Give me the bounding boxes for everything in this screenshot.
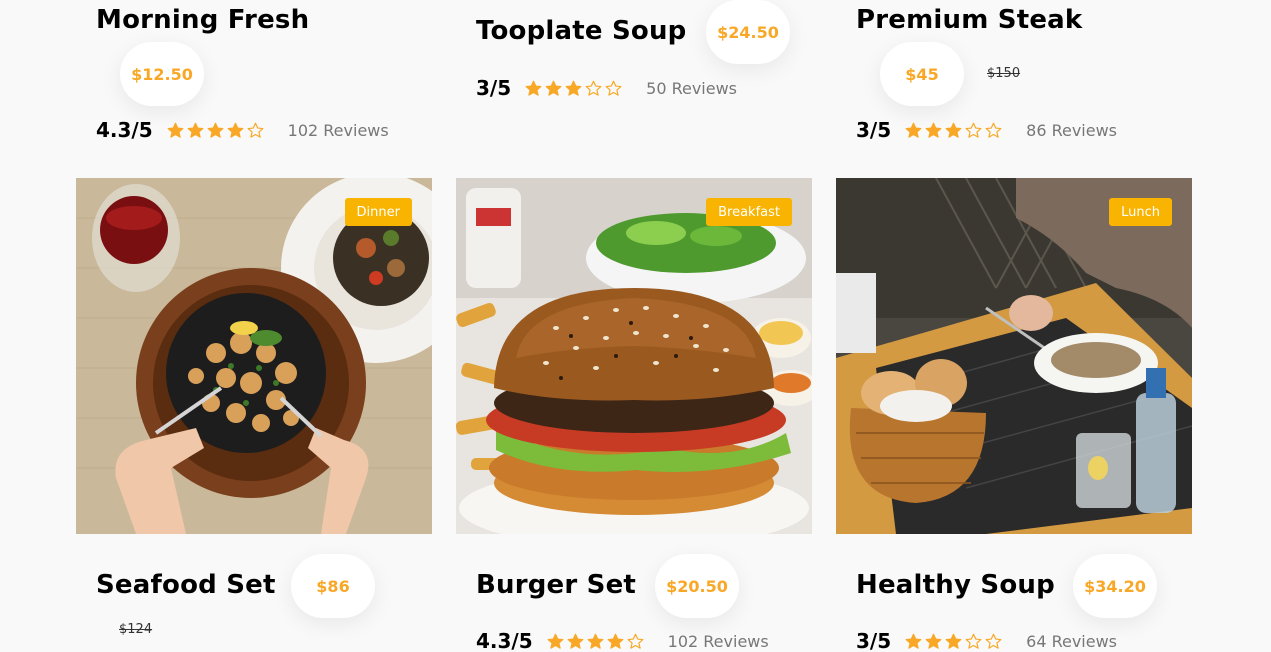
menu-card-tooplate-soup[interactable]: Tooplate Soup $24.50 3/5 50 Reviews xyxy=(456,0,812,160)
star-filled-icon xyxy=(607,633,624,649)
menu-card-morning-fresh[interactable]: Morning Fresh $12.50 4.3/5 102 Reviews xyxy=(76,0,432,160)
review-count[interactable]: 102 Reviews xyxy=(288,121,389,140)
star-filled-icon xyxy=(945,122,962,138)
price-badge[interactable]: $24.50 xyxy=(706,0,790,64)
card-title: Morning Fresh xyxy=(96,5,310,35)
star-filled-icon xyxy=(905,122,922,138)
card-title: Premium Steak xyxy=(856,5,1083,35)
rating-score: 3/5 xyxy=(476,76,512,100)
seafood-photo xyxy=(76,178,432,534)
rating-row: 4.3/5 102 Reviews xyxy=(476,629,769,652)
soup-image[interactable]: Lunch xyxy=(836,178,1192,534)
star-filled-icon xyxy=(567,633,584,649)
star-rating xyxy=(167,122,264,139)
star-rating xyxy=(547,633,644,650)
star-filled-icon xyxy=(227,122,244,138)
card-title: Healthy Soup xyxy=(856,570,1055,600)
star-filled-icon xyxy=(545,80,562,96)
review-count[interactable]: 86 Reviews xyxy=(1026,121,1117,140)
menu-card-burger-set[interactable]: Burger Set $20.50 4.3/5 102 Reviews xyxy=(456,534,812,652)
star-filled-icon xyxy=(905,633,922,649)
star-empty-icon xyxy=(585,80,602,96)
star-filled-icon xyxy=(187,122,204,138)
card-title: Seafood Set xyxy=(96,570,276,600)
star-filled-icon xyxy=(925,122,942,138)
star-filled-icon xyxy=(167,122,184,138)
old-price: $150 xyxy=(987,66,1021,81)
rating-row: 3/5 50 Reviews xyxy=(476,76,737,100)
star-filled-icon xyxy=(207,122,224,138)
rating-row: 3/5 86 Reviews xyxy=(856,118,1117,142)
category-tag[interactable]: Breakfast xyxy=(706,198,792,226)
star-empty-icon xyxy=(985,633,1002,649)
price-badge[interactable]: $34.20 xyxy=(1073,554,1157,618)
rating-score: 4.3/5 xyxy=(476,629,533,652)
menu-card-healthy-soup[interactable]: Healthy Soup $34.20 3/5 64 Reviews xyxy=(836,534,1192,652)
category-tag[interactable]: Lunch xyxy=(1109,198,1172,226)
price-badge[interactable]: $12.50 xyxy=(120,42,204,106)
rating-row: 3/5 64 Reviews xyxy=(856,629,1117,652)
menu-card-premium-steak[interactable]: Premium Steak $45 $150 3/5 86 Reviews xyxy=(836,0,1192,160)
burger-image[interactable]: Breakfast xyxy=(456,178,812,534)
star-empty-icon xyxy=(627,633,644,649)
review-count[interactable]: 64 Reviews xyxy=(1026,632,1117,651)
star-rating xyxy=(525,80,622,97)
star-empty-icon xyxy=(605,80,622,96)
category-tag[interactable]: Dinner xyxy=(344,198,412,226)
star-rating xyxy=(905,633,1002,650)
star-empty-icon xyxy=(965,122,982,138)
price-badge[interactable]: $45 xyxy=(880,42,964,106)
star-rating xyxy=(905,122,1002,139)
seafood-image[interactable]: Dinner xyxy=(76,178,432,534)
soup-photo xyxy=(836,178,1192,534)
burger-photo xyxy=(456,178,812,534)
star-filled-icon xyxy=(547,633,564,649)
menu-card-seafood-set[interactable]: Seafood Set $86 $124 xyxy=(76,534,432,652)
old-price: $124 xyxy=(119,622,153,637)
card-title: Tooplate Soup xyxy=(476,16,687,46)
star-empty-icon xyxy=(985,122,1002,138)
star-filled-icon xyxy=(945,633,962,649)
star-filled-icon xyxy=(587,633,604,649)
price-badge[interactable]: $86 xyxy=(291,554,375,618)
rating-score: 3/5 xyxy=(856,118,892,142)
review-count[interactable]: 50 Reviews xyxy=(646,79,737,98)
rating-score: 3/5 xyxy=(856,629,892,652)
card-title: Burger Set xyxy=(476,570,637,600)
star-filled-icon xyxy=(925,633,942,649)
rating-row: 4.3/5 102 Reviews xyxy=(96,118,389,142)
star-empty-icon xyxy=(965,633,982,649)
review-count[interactable]: 102 Reviews xyxy=(668,632,769,651)
menu-page: Morning Fresh $12.50 4.3/5 102 Reviews T… xyxy=(0,0,1271,652)
price-badge[interactable]: $20.50 xyxy=(655,554,739,618)
star-empty-icon xyxy=(247,122,264,138)
star-filled-icon xyxy=(565,80,582,96)
rating-score: 4.3/5 xyxy=(96,118,153,142)
star-filled-icon xyxy=(525,80,542,96)
